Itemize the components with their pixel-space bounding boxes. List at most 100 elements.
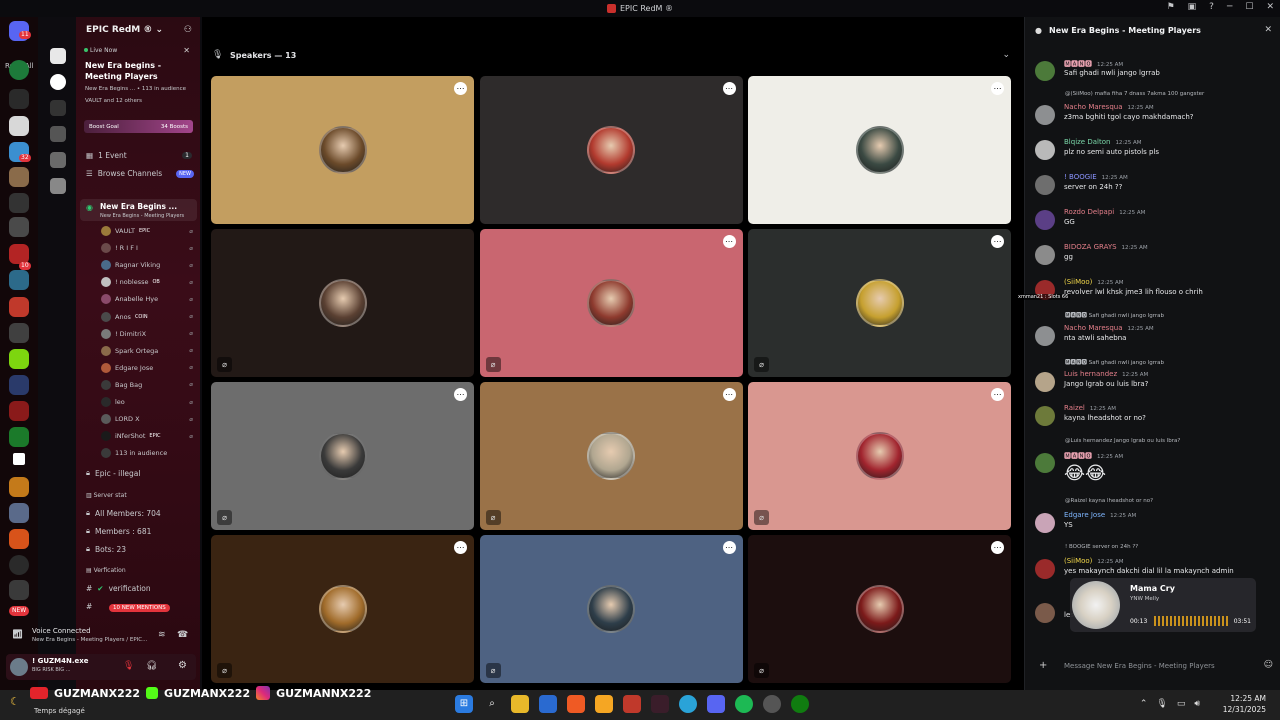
avatar[interactable] [1035, 372, 1055, 392]
server-icon[interactable] [9, 60, 29, 80]
server-icon[interactable] [9, 375, 29, 395]
server-icon[interactable] [50, 74, 66, 90]
minimize-button[interactable]: ─ [1227, 2, 1232, 12]
reply-preview[interactable]: ! BOOGIE server on 24h ?? [1065, 544, 1138, 550]
speaker-tile[interactable]: ⋯ ⌀ [479, 229, 743, 377]
microphone-icon[interactable]: 🎙︎ [1156, 699, 1167, 709]
chat-input[interactable]: + Message New Era Begins - Meeting Playe… [1033, 657, 1273, 677]
avatar[interactable] [1035, 453, 1055, 473]
message-author[interactable]: 🅼🅰🅽🅾 12:25 AM [1064, 59, 1123, 69]
file-explorer-icon[interactable] [511, 695, 529, 713]
speaker-tile[interactable]: ⋯ [211, 76, 474, 224]
search-icon[interactable]: ⌕ [483, 695, 501, 713]
brave-browser-icon[interactable] [567, 695, 585, 713]
server-icon[interactable] [9, 270, 29, 290]
help-icon[interactable]: ? [1209, 2, 1214, 12]
speaker-tile[interactable]: ⋯ ⌀ [748, 535, 1011, 683]
options-icon[interactable]: ⋯ [991, 388, 1004, 401]
message-author[interactable]: Rozdo Delpapi 12:25 AM [1064, 208, 1145, 216]
settings-gear-icon[interactable]: ⚙ [178, 660, 187, 671]
channel-bots[interactable]: 🔒︎ Bots: 23 [86, 544, 126, 554]
avatar[interactable] [1035, 175, 1055, 195]
server-icon[interactable] [9, 167, 29, 187]
speaker-tile[interactable]: ⋯ [479, 76, 743, 224]
disconnect-icon[interactable]: ☎ [177, 630, 188, 640]
app-icon[interactable] [763, 695, 781, 713]
options-icon[interactable]: ⋯ [454, 82, 467, 95]
channel-epic-illegal[interactable]: 🔒︎ Epic - illegal [86, 468, 141, 478]
message-author[interactable] [1064, 601, 1069, 609]
chevron-down-icon[interactable]: ⌄ [1002, 50, 1010, 60]
plus-icon[interactable]: + [1039, 660, 1047, 671]
server-icon[interactable] [50, 126, 66, 142]
server-icon[interactable] [9, 89, 29, 109]
voice-member[interactable]: Ragnar Viking ⌀ [101, 260, 193, 271]
close-icon[interactable]: ✕ [1264, 25, 1272, 35]
voice-member[interactable]: ! R I F I ⌀ [101, 243, 193, 254]
inbox-icon[interactable]: ⚑ [1167, 2, 1175, 12]
server-icon[interactable] [9, 297, 29, 317]
emoji-icon[interactable]: ☺ [1264, 660, 1273, 670]
app-icon[interactable] [651, 695, 669, 713]
network-icon[interactable]: ▭ [1177, 699, 1186, 709]
app-icon[interactable] [623, 695, 641, 713]
server-icon[interactable] [9, 116, 29, 136]
speaker-tile[interactable]: ⋯ ⌀ [748, 229, 1011, 377]
volume-icon[interactable]: 🔊︎ [1194, 699, 1200, 709]
server-icon[interactable] [50, 100, 66, 116]
options-icon[interactable]: ⋯ [722, 235, 736, 248]
speaker-tile[interactable]: ⋯ ⌀ [211, 382, 474, 530]
server-icon[interactable] [9, 217, 29, 237]
server-icon[interactable] [13, 453, 25, 465]
server-icon[interactable] [9, 529, 29, 549]
server-icon[interactable] [9, 244, 29, 264]
message-author[interactable]: (SiiMoo) 12:25 AM [1064, 557, 1124, 565]
server-name[interactable]: EPIC RedM ® ⌄ [86, 25, 163, 35]
channel-hash[interactable]: # [86, 602, 92, 611]
avatar[interactable] [1035, 140, 1055, 160]
reply-preview[interactable]: 🅼🅰🅽🅾 Safi ghadi nwli jango lgrrab [1065, 358, 1164, 366]
speaker-tile[interactable]: ⋯ ⌀ [211, 535, 474, 683]
avatar[interactable] [1035, 105, 1055, 125]
options-icon[interactable]: ⋯ [991, 541, 1004, 554]
chevron-up-icon[interactable]: ⌃ [1140, 699, 1148, 709]
taskbar-clock[interactable]: 12:25 AM 12/31/2025 [1223, 693, 1266, 715]
xbox-icon[interactable] [791, 695, 809, 713]
maximize-button[interactable]: ☐ [1245, 2, 1253, 12]
close-icon[interactable]: ✕ [183, 46, 190, 55]
windows-start-icon[interactable]: ⊞ [455, 695, 473, 713]
server-icon[interactable] [9, 323, 29, 343]
message-author[interactable]: BIDOZA GRAYS 12:25 AM [1064, 243, 1148, 251]
reply-preview[interactable]: @Luis hernandez Jango lgrab ou luis lbra… [1065, 438, 1180, 444]
server-icon[interactable] [9, 580, 29, 600]
message-author[interactable]: (SiiMoo) 12:25 AM [1064, 278, 1124, 286]
event-title[interactable]: New Era begins - Meeting Players [85, 60, 195, 82]
voice-member[interactable]: leo ⌀ [101, 397, 193, 407]
username[interactable]: ! GUZM4N.exe [32, 657, 89, 665]
avatar[interactable] [10, 658, 28, 676]
speaker-tile[interactable]: ⋯ ⌀ [479, 382, 743, 530]
speaker-tile[interactable]: ⋯ ⌀ [479, 535, 743, 683]
screen-icon[interactable]: ▣ [1188, 2, 1197, 12]
options-icon[interactable]: ⋯ [454, 388, 467, 401]
noise-suppression-icon[interactable]: ≋ [158, 630, 166, 640]
speaker-tile[interactable]: ⌀ [211, 229, 474, 377]
speaker-tile[interactable]: ⋯ ⌀ [748, 382, 1011, 530]
voice-member[interactable]: ! DimitriX ⌀ [101, 328, 193, 339]
voice-member[interactable]: ! noblesse OB ⌀ [101, 277, 193, 288]
boost-goal-bar[interactable]: Boost Goal 34 Boosts [84, 120, 193, 133]
options-icon[interactable]: ⋯ [991, 235, 1004, 248]
channel-verification[interactable]: # ✔ verification [86, 584, 151, 593]
voice-member[interactable]: LORD X ⌀ [101, 414, 193, 425]
app-icon[interactable] [595, 695, 613, 713]
voice-member[interactable]: Bag Bag ⌀ [101, 379, 193, 390]
category-verification[interactable]: ▤ Verfication [86, 567, 126, 574]
voice-channel-path[interactable]: New Era Begins - Meeting Players / EPIC.… [32, 637, 147, 643]
message-author[interactable]: 🅼🅰🅽🅾 12:25 AM [1064, 451, 1123, 461]
message-author[interactable]: Nacho Maresqua 12:25 AM [1064, 103, 1154, 111]
server-icon[interactable] [9, 427, 29, 447]
voice-member[interactable]: Edgare Jose ⌀ [101, 362, 193, 373]
avatar[interactable] [1035, 245, 1055, 265]
category-server-stat[interactable]: ▥ Server stat [86, 492, 127, 499]
new-mentions-badge[interactable]: 10 NEW MENTIONS [109, 604, 170, 612]
